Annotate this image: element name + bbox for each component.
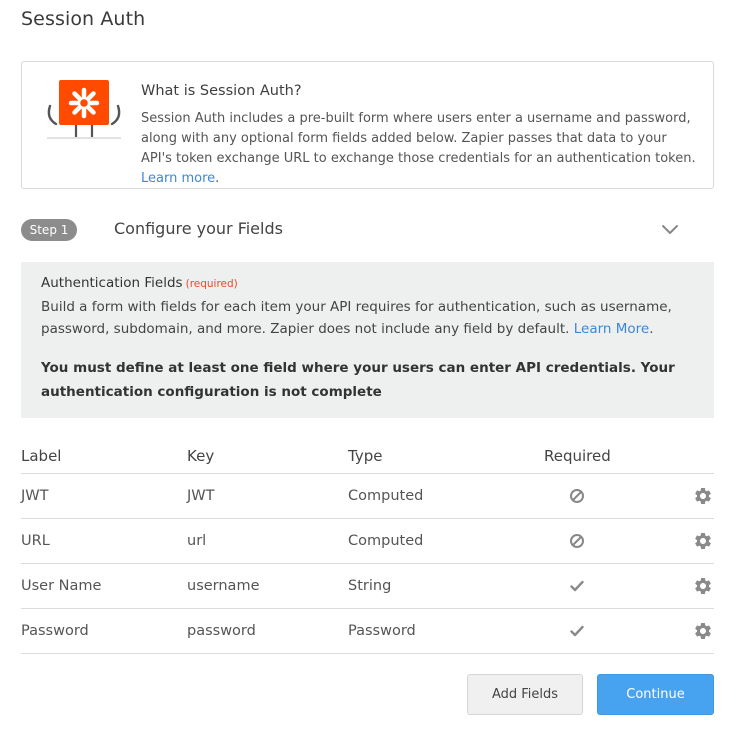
row-type: Password bbox=[348, 623, 416, 639]
auth-fields-title-text: Authentication Fields bbox=[41, 275, 183, 291]
row-type: Computed bbox=[348, 488, 424, 504]
row-key: url bbox=[187, 533, 207, 549]
row-type: String bbox=[348, 578, 392, 594]
auth-fields-title: Authentication Fields (required) bbox=[41, 275, 238, 291]
not-allowed-icon bbox=[570, 534, 584, 548]
gear-icon[interactable] bbox=[693, 621, 713, 641]
step-badge: Step 1 bbox=[21, 219, 77, 241]
header-type: Type bbox=[348, 446, 383, 465]
table-row: JWT JWT Computed bbox=[21, 474, 714, 519]
row-label: JWT bbox=[21, 488, 49, 504]
authentication-fields-panel: Authentication Fields (required) Build a … bbox=[21, 262, 714, 418]
table-row: Password password Password bbox=[21, 609, 714, 654]
chevron-down-icon[interactable] bbox=[660, 221, 680, 239]
info-link-suffix: . bbox=[215, 171, 220, 186]
auth-link-suffix: . bbox=[649, 321, 654, 337]
header-label: Label bbox=[21, 446, 62, 465]
header-required: Required bbox=[544, 446, 611, 465]
continue-button[interactable]: Continue bbox=[597, 674, 714, 715]
row-key: username bbox=[187, 578, 260, 594]
check-icon bbox=[570, 625, 584, 637]
info-card: What is Session Auth? Session Auth inclu… bbox=[21, 61, 714, 189]
step-header[interactable]: Step 1 Configure your Fields bbox=[21, 216, 714, 246]
header-key: Key bbox=[187, 446, 215, 465]
learn-more-link[interactable]: Learn more bbox=[141, 171, 215, 186]
row-label: User Name bbox=[21, 578, 102, 594]
not-allowed-icon bbox=[570, 489, 584, 503]
table-row: URL url Computed bbox=[21, 519, 714, 564]
check-icon bbox=[570, 580, 584, 592]
info-description-text: Session Auth includes a pre-built form w… bbox=[141, 111, 696, 166]
row-key: password bbox=[187, 623, 256, 639]
table-row: User Name username String bbox=[21, 564, 714, 609]
auth-warning: You must define at least one field where… bbox=[41, 360, 675, 400]
learn-more-link-2[interactable]: Learn More bbox=[574, 321, 650, 337]
add-fields-button[interactable]: Add Fields bbox=[467, 674, 583, 715]
step-title: Configure your Fields bbox=[114, 219, 283, 238]
required-tag: (required) bbox=[185, 278, 238, 290]
table-header: Label Key Type Required bbox=[21, 438, 714, 474]
page-title: Session Auth bbox=[21, 8, 146, 30]
row-type: Computed bbox=[348, 533, 424, 549]
zapier-mascot-icon bbox=[47, 80, 121, 139]
info-heading: What is Session Auth? bbox=[141, 83, 302, 99]
gear-icon[interactable] bbox=[693, 486, 713, 506]
row-key: JWT bbox=[187, 488, 215, 504]
info-description: Session Auth includes a pre-built form w… bbox=[141, 109, 701, 189]
gear-icon[interactable] bbox=[693, 531, 713, 551]
row-label: Password bbox=[21, 623, 89, 639]
gear-icon[interactable] bbox=[693, 576, 713, 596]
auth-fields-description: Build a form with fields for each item y… bbox=[41, 296, 701, 340]
row-label: URL bbox=[21, 533, 50, 549]
fields-table: Label Key Type Required JWT JWT Computed… bbox=[21, 438, 714, 654]
